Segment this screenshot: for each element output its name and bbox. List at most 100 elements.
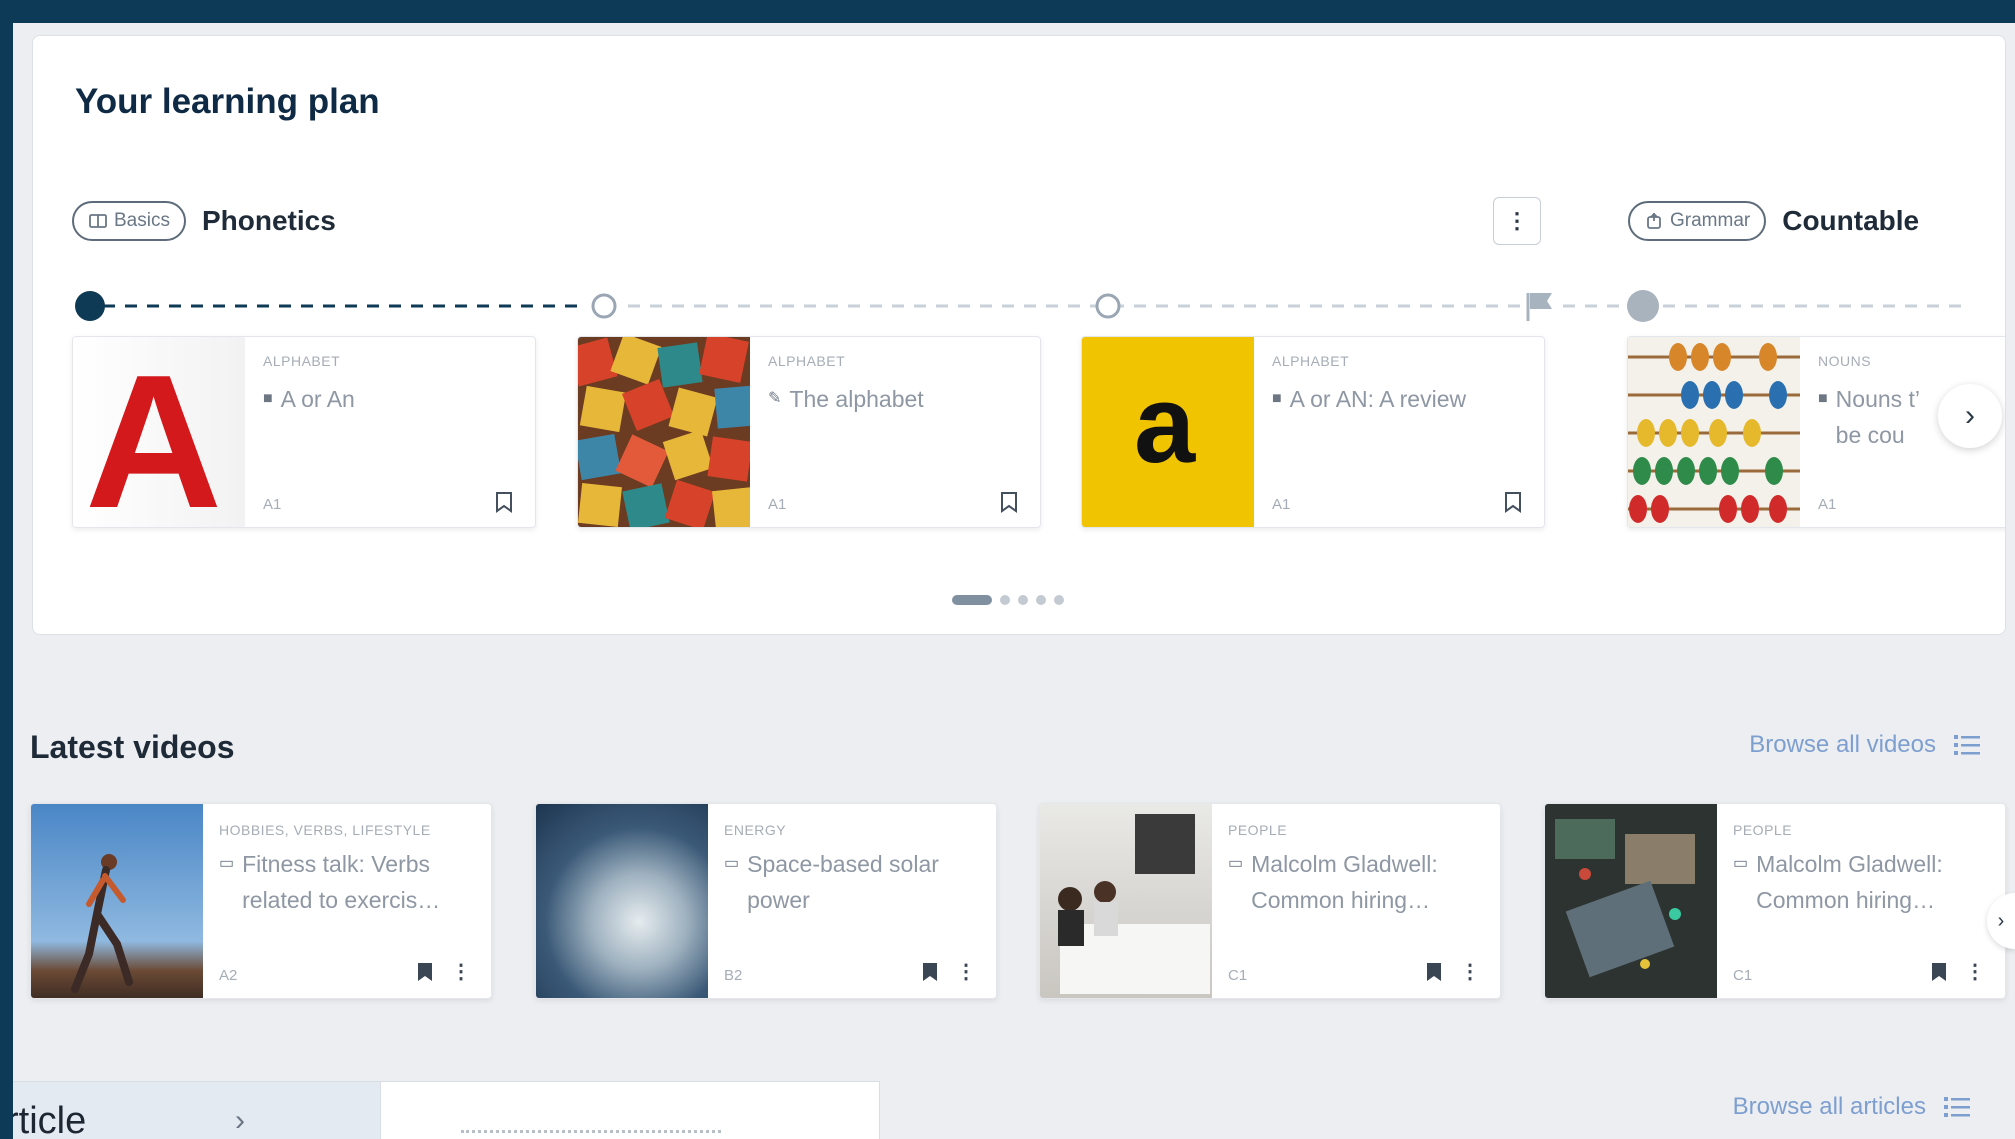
- card-title: Malcolm Gladwell: Common hiring…: [1251, 851, 1438, 913]
- book-icon: ■: [1818, 390, 1828, 407]
- flag-icon: [1526, 293, 1552, 321]
- topic-name: Phonetics: [201, 205, 336, 236]
- card-category: ENERGY: [724, 822, 787, 838]
- book-icon: [89, 214, 107, 228]
- video-card[interactable]: ENERGY ▭ Space-based solar power B2 ⋮: [535, 803, 997, 999]
- bookmark-icon[interactable]: [1426, 962, 1442, 982]
- more-vertical-icon[interactable]: ⋮: [956, 959, 976, 984]
- plan-card[interactable]: A ALPHABET ■ A or An A1: [72, 336, 536, 528]
- svg-text:a: a: [1134, 363, 1196, 486]
- basics-chip: Basics: [72, 201, 186, 241]
- book-icon: ■: [1272, 390, 1282, 407]
- card-category: ALPHABET: [263, 353, 341, 369]
- card-title: A or AN: A review: [1289, 386, 1467, 412]
- placeholder-line: [461, 1130, 721, 1133]
- browse-label: Browse all videos: [1749, 731, 1936, 758]
- card-category: PEOPLE: [1228, 822, 1288, 838]
- card-level: C1: [1733, 967, 1753, 984]
- card-thumbnail: [578, 337, 750, 527]
- card-title: A or An: [280, 386, 355, 412]
- pagination-dot[interactable]: [1054, 595, 1064, 605]
- book-icon: ■: [263, 390, 273, 407]
- card-title: Malcolm Gladwell: Common hiring…: [1756, 851, 1943, 913]
- card-category: ALPHABET: [768, 353, 846, 369]
- timeline-node: [1095, 293, 1121, 319]
- chip-label: Basics: [114, 210, 170, 231]
- card-level: A1: [263, 496, 282, 513]
- bookmark-icon[interactable]: [1000, 491, 1018, 513]
- pagination-dot[interactable]: [1018, 595, 1028, 605]
- more-vertical-icon[interactable]: ⋮: [1965, 959, 1985, 984]
- chevron-right-icon: ›: [1997, 909, 2005, 932]
- video-icon: ▭: [1228, 855, 1244, 872]
- list-icon: [1954, 735, 1980, 755]
- carousel-next-button[interactable]: ›: [1938, 384, 2002, 448]
- video-card[interactable]: PEOPLE ▭ Malcolm Gladwell: Common hiring……: [1544, 803, 2006, 999]
- card-title: Space-based solar power: [747, 851, 939, 913]
- card-thumbnail: [536, 804, 708, 998]
- browse-label: Browse all articles: [1732, 1093, 1926, 1120]
- video-card[interactable]: PEOPLE ▭ Malcolm Gladwell: Common hiring……: [1039, 803, 1501, 999]
- article-tab[interactable]: rticle ›: [13, 1081, 380, 1139]
- bookmark-icon[interactable]: [922, 962, 938, 982]
- more-vertical-icon[interactable]: ⋮: [1460, 959, 1480, 984]
- pagination-dot[interactable]: [1036, 595, 1046, 605]
- page: Your learning plan Basics Phonetics ⋮ Gr…: [13, 23, 2015, 1139]
- timeline-node: [591, 293, 617, 319]
- card-thumbnail: A: [73, 337, 245, 528]
- card-level: A1: [1818, 496, 1837, 513]
- timeline-node-next: [1627, 290, 1659, 322]
- chevron-right-icon: ›: [1965, 399, 1975, 432]
- browse-all-videos-link[interactable]: Browse all videos: [1749, 731, 1980, 759]
- card-title: Nouns t’ be cou: [1835, 386, 1920, 448]
- more-vertical-icon: ⋮: [1506, 208, 1528, 233]
- article-preview-panel: [380, 1081, 880, 1139]
- latest-videos-title: Latest videos: [30, 729, 235, 765]
- browse-all-articles-link[interactable]: Browse all articles: [1733, 1093, 1970, 1121]
- chip-label: Grammar: [1670, 210, 1751, 231]
- card-level: A2: [219, 967, 238, 984]
- card-level: B2: [724, 967, 743, 984]
- video-card[interactable]: HOBBIES, VERBS, LIFESTYLE ▭ Fitness talk:…: [30, 803, 492, 999]
- video-card-row: HOBBIES, VERBS, LIFESTYLE ▭ Fitness talk:…: [13, 803, 2015, 1003]
- video-icon: ▭: [219, 855, 235, 872]
- timeline-node-current: [75, 291, 105, 321]
- card-title: The alphabet: [789, 386, 924, 412]
- pagination-dot-active[interactable]: [952, 595, 992, 605]
- bookmark-icon[interactable]: [1504, 491, 1522, 513]
- topic-name: Countable: [1782, 205, 1920, 236]
- svg-text:A: A: [85, 337, 222, 528]
- card-level: C1: [1228, 967, 1248, 984]
- card-thumbnail: [1040, 804, 1212, 998]
- topic-countable[interactable]: Grammar Countable: [1628, 199, 1919, 243]
- card-thumbnail: [1545, 804, 1717, 998]
- article-tab-label: rticle: [13, 1100, 87, 1139]
- bookmark-icon[interactable]: [495, 491, 513, 513]
- chevron-right-icon: ›: [235, 1104, 245, 1137]
- learning-plan-panel: Your learning plan Basics Phonetics ⋮ Gr…: [32, 35, 2006, 635]
- learning-plan-title: Your learning plan: [75, 82, 380, 121]
- pen-icon: ✎: [768, 390, 782, 407]
- list-icon: [1944, 1097, 1970, 1117]
- topic-phonetics[interactable]: Basics Phonetics: [72, 199, 336, 243]
- grammar-chip: Grammar: [1628, 201, 1767, 241]
- video-icon: ▭: [724, 855, 740, 872]
- bookmark-icon[interactable]: [417, 962, 433, 982]
- more-vertical-icon[interactable]: ⋮: [451, 959, 471, 984]
- carousel-pagination: [952, 595, 1064, 605]
- pagination-dot[interactable]: [1000, 595, 1010, 605]
- card-thumbnail: [31, 804, 203, 998]
- card-category: NOUNS: [1818, 353, 1872, 369]
- card-category: HOBBIES, VERBS, LIFESTYLE: [219, 822, 431, 838]
- card-category: ALPHABET: [1272, 353, 1350, 369]
- card-thumbnail: [1628, 337, 1800, 527]
- grammar-icon: [1647, 212, 1661, 229]
- plan-card[interactable]: ALPHABET ✎ The alphabet A1: [577, 336, 1041, 528]
- card-level: A1: [768, 496, 787, 513]
- progress-timeline: [33, 286, 2005, 326]
- card-thumbnail: a: [1082, 337, 1254, 527]
- plan-card[interactable]: a ALPHABET ■ A or AN: A review A1: [1081, 336, 1545, 528]
- bookmark-icon[interactable]: [1931, 962, 1947, 982]
- topic-menu-button[interactable]: ⋮: [1493, 197, 1541, 245]
- card-title: Fitness talk: Verbs related to exercis…: [242, 851, 441, 913]
